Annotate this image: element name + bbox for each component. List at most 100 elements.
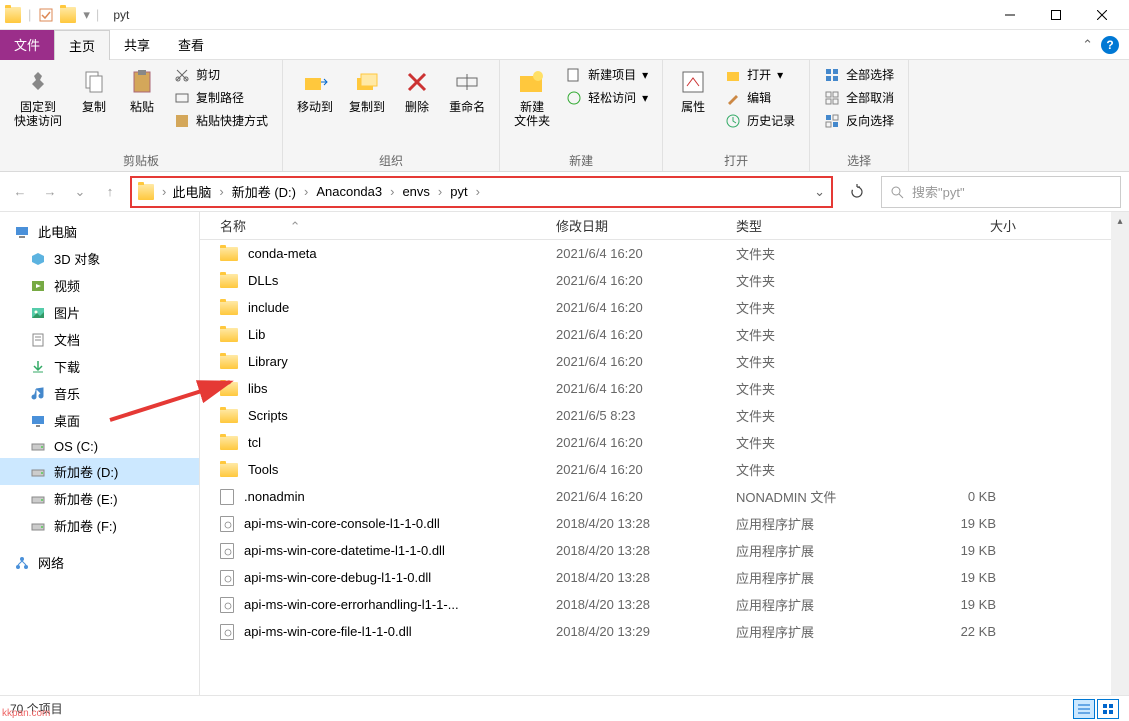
file-row[interactable]: api-ms-win-core-errorhandling-l1-1-...20…	[200, 591, 1129, 618]
chevron-right-icon[interactable]: ›	[162, 184, 166, 199]
chevron-right-icon[interactable]: ›	[304, 184, 308, 199]
nav-pane[interactable]: 此电脑 3D 对象视频图片文档下载音乐桌面OS (C:)新加卷 (D:)新加卷 …	[0, 212, 200, 695]
copy-button[interactable]: 复制	[72, 64, 116, 116]
file-row[interactable]: api-ms-win-core-console-l1-1-0.dll2018/4…	[200, 510, 1129, 537]
scrollbar[interactable]: ▴	[1111, 212, 1129, 695]
cut-button[interactable]: 剪切	[168, 64, 274, 85]
file-row[interactable]: libs2021/6/4 16:20文件夹	[200, 375, 1129, 402]
properties-button[interactable]: 属性	[671, 64, 715, 116]
file-type: 文件夹	[736, 379, 896, 398]
tab-home[interactable]: 主页	[54, 30, 110, 60]
refresh-button[interactable]	[841, 176, 873, 208]
file-row[interactable]: api-ms-win-core-debug-l1-1-0.dll2018/4/2…	[200, 564, 1129, 591]
tab-file[interactable]: 文件	[0, 30, 54, 60]
file-list[interactable]: conda-meta2021/6/4 16:20文件夹DLLs2021/6/4 …	[200, 240, 1129, 695]
copy-path-button[interactable]: 复制路径	[168, 87, 274, 108]
paste-button[interactable]: 粘贴	[120, 64, 164, 116]
chevron-right-icon[interactable]: ›	[476, 184, 480, 199]
file-row[interactable]: Tools2021/6/4 16:20文件夹	[200, 456, 1129, 483]
pin-button[interactable]: 固定到 快速访问	[8, 64, 68, 131]
file-row[interactable]: .nonadmin2021/6/4 16:20NONADMIN 文件0 KB	[200, 483, 1129, 510]
recent-dropdown[interactable]: ⌄	[68, 180, 92, 204]
icons-view-button[interactable]	[1097, 699, 1119, 719]
back-button[interactable]: ←	[8, 180, 32, 204]
folder-icon	[59, 6, 77, 24]
file-date: 2021/6/4 16:20	[556, 462, 736, 477]
rename-button[interactable]: 重命名	[443, 64, 491, 116]
file-row[interactable]: api-ms-win-core-file-l1-1-0.dll2018/4/20…	[200, 618, 1129, 645]
breadcrumb-item[interactable]: 新加卷 (D:)	[228, 182, 300, 201]
address-bar[interactable]: › 此电脑› 新加卷 (D:)› Anaconda3› envs› pyt› ⌄	[130, 176, 833, 208]
history-button[interactable]: 历史记录	[719, 110, 801, 131]
group-label: 打开	[724, 150, 748, 169]
invert-selection-button[interactable]: 反向选择	[818, 110, 900, 131]
sidebar-item[interactable]: 新加卷 (F:)	[0, 512, 199, 539]
col-type[interactable]: 类型	[736, 216, 896, 235]
sidebar-item[interactable]: 视频	[0, 272, 199, 299]
close-button[interactable]	[1079, 0, 1125, 30]
sidebar-item[interactable]: 新加卷 (E:)	[0, 485, 199, 512]
new-folder-button[interactable]: 新建 文件夹	[508, 64, 556, 131]
file-row[interactable]: Scripts2021/6/5 8:23文件夹	[200, 402, 1129, 429]
move-to-button[interactable]: 移动到	[291, 64, 339, 116]
file-row[interactable]: Library2021/6/4 16:20文件夹	[200, 348, 1129, 375]
file-row[interactable]: include2021/6/4 16:20文件夹	[200, 294, 1129, 321]
sidebar-item[interactable]: 文档	[0, 326, 199, 353]
chevron-right-icon[interactable]: ›	[219, 184, 223, 199]
copy-to-button[interactable]: 复制到	[343, 64, 391, 116]
file-row[interactable]: conda-meta2021/6/4 16:20文件夹	[200, 240, 1129, 267]
collapse-ribbon-icon[interactable]: ⌃	[1082, 37, 1093, 53]
select-all-button[interactable]: 全部选择	[818, 64, 900, 85]
sidebar-item[interactable]: 桌面	[0, 407, 199, 434]
group-organize: 移动到 复制到 删除 重命名 组织	[283, 60, 500, 171]
up-button[interactable]: ↑	[98, 180, 122, 204]
sidebar-item[interactable]: 新加卷 (D:)	[0, 458, 199, 485]
col-date[interactable]: 修改日期	[556, 216, 736, 235]
sidebar-this-pc[interactable]: 此电脑	[0, 218, 199, 245]
paste-shortcut-button[interactable]: 粘贴快捷方式	[168, 110, 274, 131]
col-name[interactable]: 名称 ⌃	[220, 216, 556, 235]
chevron-right-icon[interactable]: ›	[438, 184, 442, 199]
qat-dropdown-icon[interactable]: ▾	[83, 7, 90, 23]
minimize-button[interactable]	[987, 0, 1033, 30]
forward-button[interactable]: →	[38, 180, 62, 204]
open-button[interactable]: 打开 ▾	[719, 64, 801, 85]
edit-button[interactable]: 编辑	[719, 87, 801, 108]
sidebar-network[interactable]: 网络	[0, 549, 199, 576]
breadcrumb-item[interactable]: Anaconda3	[312, 184, 386, 199]
address-dropdown-icon[interactable]: ⌄	[814, 184, 825, 200]
file-row[interactable]: tcl2021/6/4 16:20文件夹	[200, 429, 1129, 456]
new-item-button[interactable]: 新建项目 ▾	[560, 64, 654, 85]
breadcrumb-item[interactable]: envs	[398, 184, 433, 199]
select-none-button[interactable]: 全部取消	[818, 87, 900, 108]
sidebar-item[interactable]: 图片	[0, 299, 199, 326]
file-size: 19 KB	[896, 570, 1016, 585]
tab-view[interactable]: 查看	[164, 30, 218, 60]
group-clipboard: 固定到 快速访问 复制 粘贴 剪切 复制路径 粘贴快捷方式 剪贴板	[0, 60, 283, 171]
chevron-right-icon[interactable]: ›	[390, 184, 394, 199]
path-icon	[174, 90, 190, 106]
details-view-button[interactable]	[1073, 699, 1095, 719]
help-icon[interactable]: ?	[1101, 36, 1119, 54]
move-icon	[299, 66, 331, 98]
breadcrumb-item[interactable]: 此电脑	[168, 182, 215, 201]
search-input[interactable]: 搜索"pyt"	[881, 176, 1121, 208]
window-title: pyt	[113, 8, 129, 22]
maximize-button[interactable]	[1033, 0, 1079, 30]
checkbox-icon[interactable]	[37, 6, 55, 24]
file-row[interactable]: Lib2021/6/4 16:20文件夹	[200, 321, 1129, 348]
column-headers: 名称 ⌃ 修改日期 类型 大小	[200, 212, 1129, 240]
tab-share[interactable]: 共享	[110, 30, 164, 60]
sidebar-item[interactable]: OS (C:)	[0, 434, 199, 458]
breadcrumb-item[interactable]: pyt	[446, 184, 471, 199]
file-row[interactable]: DLLs2021/6/4 16:20文件夹	[200, 267, 1129, 294]
sidebar-item[interactable]: 音乐	[0, 380, 199, 407]
scroll-up-icon[interactable]: ▴	[1111, 212, 1129, 230]
file-row[interactable]: api-ms-win-core-datetime-l1-1-0.dll2018/…	[200, 537, 1129, 564]
sidebar-item[interactable]: 3D 对象	[0, 245, 199, 272]
file-type: 文件夹	[736, 433, 896, 452]
easy-access-button[interactable]: 轻松访问 ▾	[560, 87, 654, 108]
delete-button[interactable]: 删除	[395, 64, 439, 116]
sidebar-item[interactable]: 下载	[0, 353, 199, 380]
col-size[interactable]: 大小	[896, 216, 1016, 235]
